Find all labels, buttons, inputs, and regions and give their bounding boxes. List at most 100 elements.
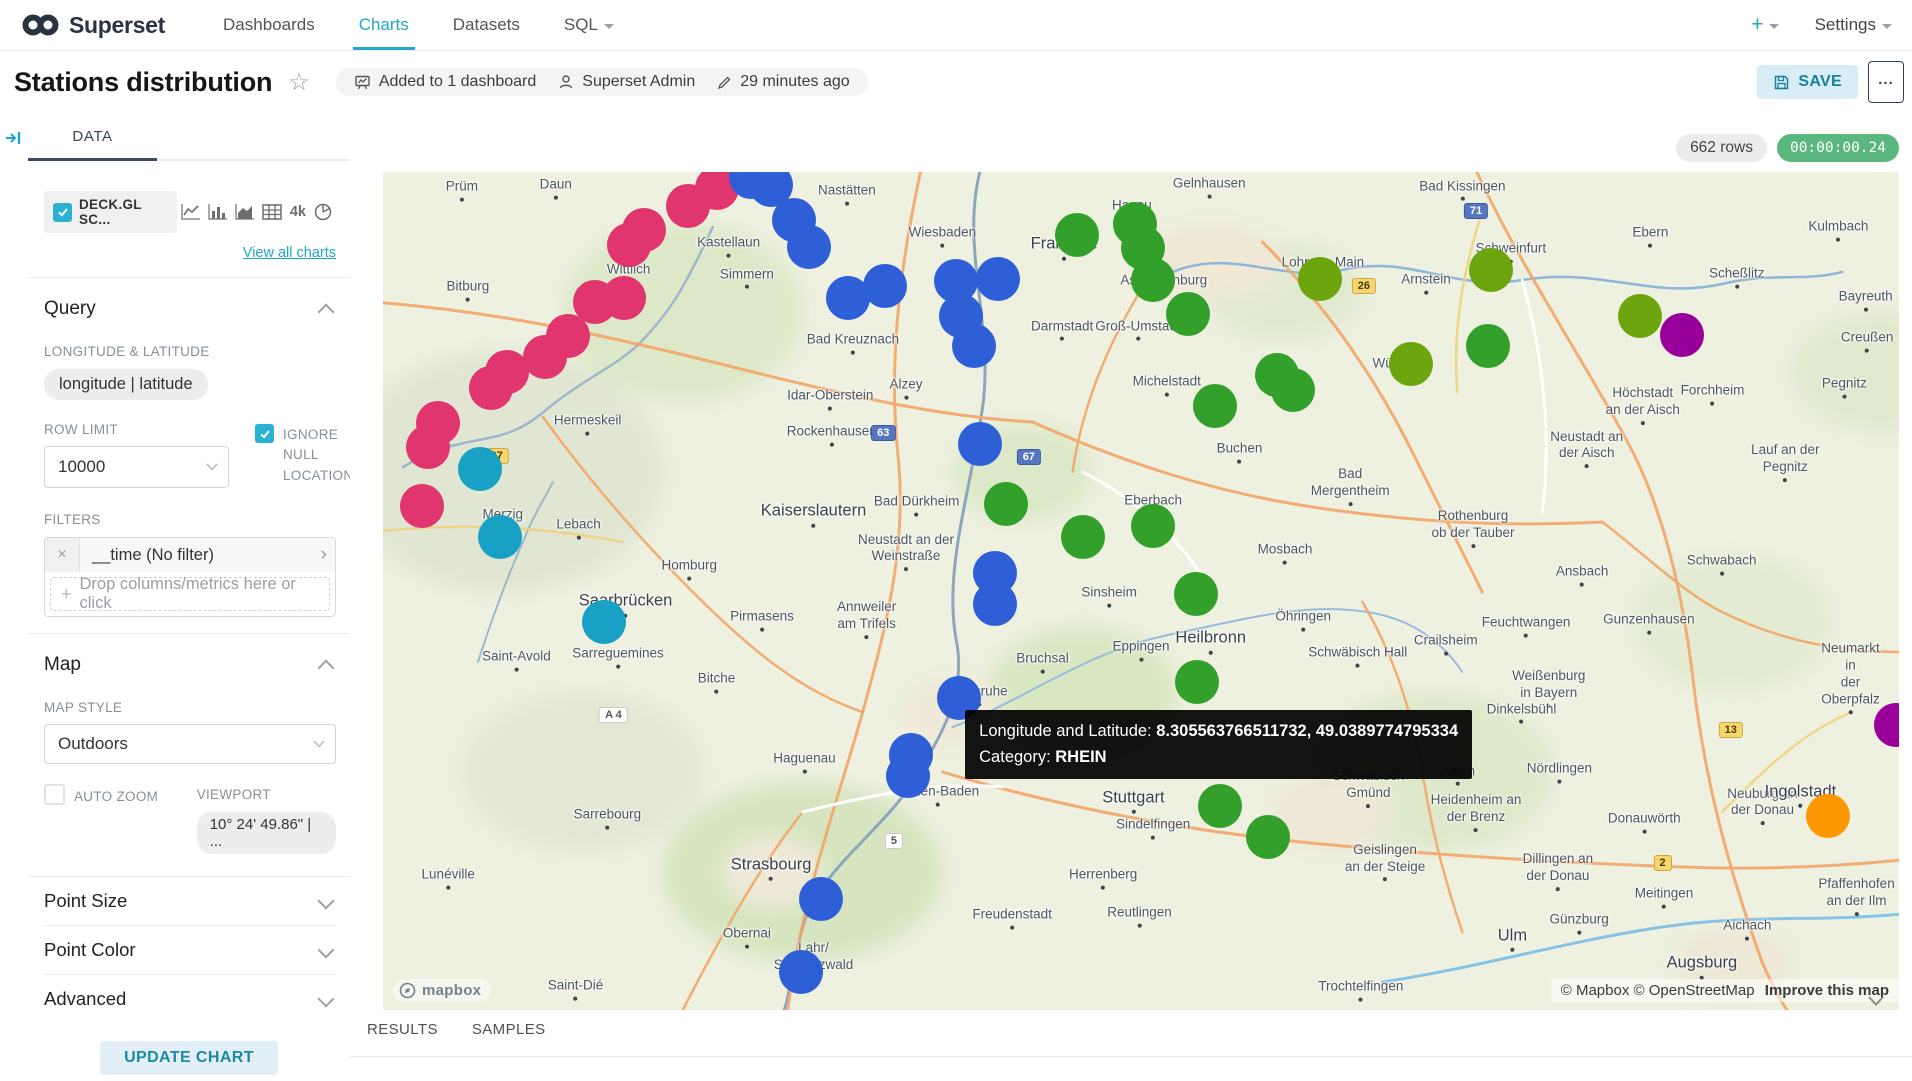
bar-chart-icon[interactable]: [206, 200, 231, 225]
update-chart-button[interactable]: UPDATE CHART: [100, 1041, 278, 1075]
lonlat-value-pill[interactable]: longitude | latitude: [44, 369, 208, 400]
chevron-down-icon: [318, 991, 335, 1008]
collapse-results-chevron-icon[interactable]: [1866, 994, 1886, 1008]
nav-menu: Dashboards Charts Datasets SQL: [223, 0, 614, 50]
map-section-header[interactable]: Map: [44, 654, 336, 676]
favorite-star-icon[interactable]: ☆: [288, 68, 310, 97]
map-point-cyan[interactable]: [582, 600, 626, 644]
last-modified-badge[interactable]: 29 minutes ago: [717, 73, 849, 91]
section-point-size[interactable]: Point Size: [44, 877, 336, 925]
nav-item-charts[interactable]: Charts: [359, 0, 409, 50]
map-point-olive[interactable]: [1298, 257, 1342, 301]
owner-badge[interactable]: Superset Admin: [558, 73, 695, 91]
results-tab-samples[interactable]: SAMPLES: [472, 1021, 546, 1038]
map-point-green[interactable]: [1055, 213, 1099, 257]
collapse-panel-icon[interactable]: [5, 129, 23, 147]
map-point-pink[interactable]: [523, 335, 567, 379]
map-point-pink[interactable]: [400, 484, 444, 528]
row-limit-select[interactable]: 10000: [44, 446, 229, 488]
map-point-pink[interactable]: [406, 425, 450, 469]
chevron-up-icon: [318, 304, 335, 321]
filters-box: × __time (No filter) › + Drop columns/me…: [44, 537, 336, 617]
map-point-blue[interactable]: [787, 225, 831, 269]
map-tooltip: Longitude and Latitude: 8.30556376651173…: [965, 710, 1472, 779]
nav-item-dashboards[interactable]: Dashboards: [223, 0, 315, 50]
row-limit-label: ROW LIMIT: [44, 422, 229, 437]
map-point-green[interactable]: [1131, 258, 1175, 302]
map-point-green[interactable]: [1061, 515, 1105, 559]
superset-logo[interactable]: Superset: [22, 12, 165, 39]
map-point-green[interactable]: [1246, 815, 1290, 859]
chevron-down-icon: [206, 463, 218, 471]
mapbox-attribution-link[interactable]: © Mapbox: [1561, 982, 1630, 999]
deckgl-map[interactable]: PrümDaunNastättenGelnhausenBad Kissingen…: [383, 172, 1899, 1010]
results-tab-results[interactable]: RESULTS: [367, 1021, 438, 1038]
map-point-blue[interactable]: [958, 422, 1002, 466]
map-point-green[interactable]: [1166, 292, 1210, 336]
map-point-green[interactable]: [1193, 384, 1237, 428]
results-panel: RESULTS SAMPLES: [350, 1010, 1912, 1081]
area-chart-icon[interactable]: [233, 200, 258, 225]
map-point-pink[interactable]: [607, 223, 651, 267]
pie-chart-icon[interactable]: [311, 200, 336, 225]
ignore-null-checkbox[interactable]: [255, 424, 274, 443]
map-point-cyan[interactable]: [478, 515, 522, 559]
map-point-green[interactable]: [1175, 660, 1219, 704]
section-title: Advanced: [44, 988, 126, 1010]
map-point-green[interactable]: [984, 482, 1028, 526]
map-point-green[interactable]: [1131, 504, 1175, 548]
map-point-blue[interactable]: [779, 950, 823, 994]
map-point-blue[interactable]: [799, 877, 843, 921]
map-point-blue[interactable]: [952, 324, 996, 368]
nav-item-datasets[interactable]: Datasets: [453, 0, 520, 50]
big-number-icon[interactable]: 4k: [287, 204, 309, 220]
view-all-charts-link[interactable]: View all charts: [44, 245, 336, 261]
query-section-header[interactable]: Query: [44, 298, 336, 320]
settings-menu[interactable]: Settings: [1815, 15, 1892, 35]
mapbox-logo[interactable]: mapbox: [393, 979, 491, 1002]
viz-type-selected[interactable]: DECK.GL SC...: [44, 191, 177, 233]
save-button[interactable]: SAVE: [1757, 65, 1858, 99]
map-point-blue[interactable]: [886, 754, 930, 798]
table-icon[interactable]: [260, 200, 285, 225]
map-point-olive[interactable]: [1469, 248, 1513, 292]
data-panel: DATA DECK.GL SC...: [28, 113, 351, 1081]
map-point-cyan[interactable]: [458, 447, 502, 491]
new-item-button[interactable]: +: [1751, 13, 1778, 37]
filter-pill[interactable]: × __time (No filter) ›: [45, 538, 335, 572]
map-point-green[interactable]: [1466, 324, 1510, 368]
osm-attribution-link[interactable]: © OpenStreetMap: [1634, 982, 1755, 999]
map-point-pink[interactable]: [666, 184, 710, 228]
chevron-up-icon: [318, 660, 335, 677]
more-actions-button[interactable]: ...: [1868, 61, 1904, 103]
nav-item-sql[interactable]: SQL: [564, 0, 614, 50]
map-point-purple[interactable]: [1660, 313, 1704, 357]
auto-zoom-checkbox[interactable]: [44, 784, 65, 805]
map-point-orange[interactable]: [1806, 794, 1850, 838]
map-point-pink[interactable]: [469, 366, 513, 410]
map-point-blue[interactable]: [973, 582, 1017, 626]
map-point-olive[interactable]: [1389, 342, 1433, 386]
map-point-blue[interactable]: [976, 257, 1020, 301]
map-point-green[interactable]: [1271, 368, 1315, 412]
map-point-olive[interactable]: [1618, 294, 1662, 338]
section-advanced[interactable]: Advanced: [44, 974, 336, 1023]
pencil-icon: [717, 75, 732, 90]
section-point-color[interactable]: Point Color: [44, 925, 336, 974]
remove-filter-icon[interactable]: ×: [45, 538, 80, 572]
viewport-value-pill[interactable]: 10° 24' 49.86" | ...: [197, 812, 336, 854]
divider: [350, 1056, 1912, 1057]
dashboards-badge[interactable]: Added to 1 dashboard: [354, 73, 536, 91]
chevron-down-icon: [318, 893, 335, 910]
add-filter-dropzone[interactable]: + Drop columns/metrics here or click: [50, 577, 330, 611]
map-point-blue[interactable]: [863, 264, 907, 308]
tab-data[interactable]: DATA: [28, 113, 157, 159]
map-point-green[interactable]: [1174, 572, 1218, 616]
collapsed-sections: Point Size Point Color Advanced: [44, 877, 336, 1023]
plus-icon: +: [61, 584, 72, 605]
map-style-select[interactable]: Outdoors: [44, 724, 336, 764]
mapbox-icon: [399, 982, 416, 999]
section-title: Point Color: [44, 939, 136, 961]
map-point-green[interactable]: [1198, 784, 1242, 828]
line-chart-icon[interactable]: [179, 200, 204, 225]
